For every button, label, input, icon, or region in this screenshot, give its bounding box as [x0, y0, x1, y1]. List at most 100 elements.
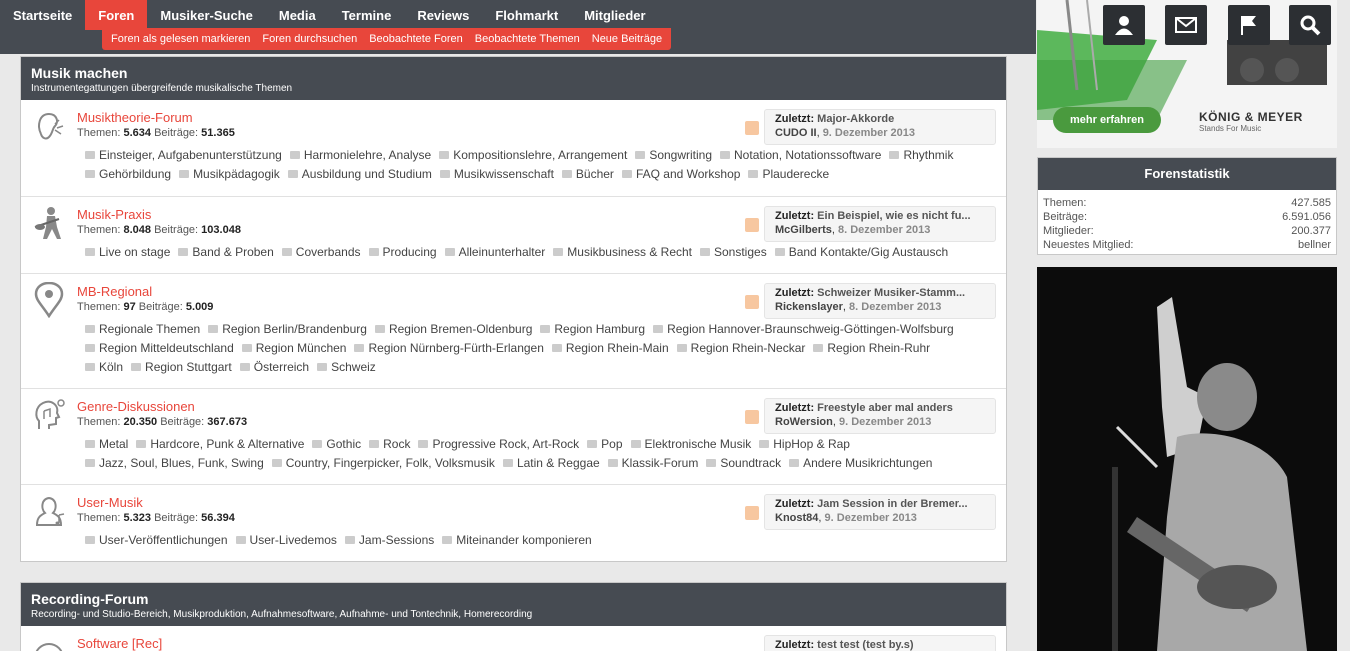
subforum-link[interactable]: Harmonielehre, Analyse	[290, 146, 431, 165]
subforum-link[interactable]: Hardcore, Punk & Alternative	[136, 435, 304, 454]
subnav-search-forums[interactable]: Foren durchsuchen	[256, 28, 363, 50]
subforum-link[interactable]: Country, Fingerpicker, Folk, Volksmusik	[272, 454, 495, 473]
subnav-watched-threads[interactable]: Beobachtete Themen	[469, 28, 586, 50]
subforum-link[interactable]: Region Rhein-Neckar	[677, 339, 806, 358]
nav-musiker-suche[interactable]: Musiker-Suche	[147, 0, 265, 30]
section-title[interactable]: Recording-Forum	[31, 591, 996, 607]
subforum-link[interactable]: Kompositionslehre, Arrangement	[439, 146, 627, 165]
last-post-user[interactable]: McGilberts	[775, 224, 832, 236]
node-title-link[interactable]: MB-Regional	[77, 284, 152, 299]
subforum-link[interactable]: Region Hannover-Braunschweig-Göttingen-W…	[653, 320, 954, 339]
subforum-link[interactable]: Region Bremen-Oldenburg	[375, 320, 532, 339]
subforum-link[interactable]: Songwriting	[635, 146, 712, 165]
last-post-title[interactable]: Freestyle aber mal anders	[817, 402, 953, 414]
subforum-link[interactable]: Band & Proben	[178, 243, 273, 262]
subforum-link[interactable]: Plauderecke	[748, 165, 829, 184]
last-post-user[interactable]: Knost84	[775, 512, 818, 524]
subforum-link[interactable]: Band Kontakte/Gig Austausch	[775, 243, 948, 262]
last-post-user[interactable]: Rickenslayer	[775, 301, 843, 313]
forum-stats: Forenstatistik Themen: 427.585 Beiträge: 6…	[1037, 157, 1337, 255]
subforum-link[interactable]: Region München	[242, 339, 347, 358]
subforum-link[interactable]: Metal	[85, 435, 128, 454]
subforum-link[interactable]: Musikwissenschaft	[440, 165, 554, 184]
last-post-user[interactable]: CUDO II	[775, 127, 817, 139]
subforum-link[interactable]: Andere Musikrichtungen	[789, 454, 932, 473]
subforum-link[interactable]: Region Rhein-Main	[552, 339, 669, 358]
subforum-link[interactable]: Live on stage	[85, 243, 170, 262]
alerts-button[interactable]	[1228, 5, 1270, 45]
subforum-link[interactable]: Schweiz	[317, 358, 376, 377]
subforum-link[interactable]: Region Mitteldeutschland	[85, 339, 234, 358]
subforum-link[interactable]: Regionale Themen	[85, 320, 200, 339]
subforum-link[interactable]: Elektronische Musik	[631, 435, 752, 454]
subforum-link[interactable]: Coverbands	[282, 243, 361, 262]
subforum-link[interactable]: Österreich	[240, 358, 309, 377]
nav-startseite[interactable]: Startseite	[0, 0, 85, 30]
node-title-link[interactable]: Software [Rec]	[77, 636, 162, 651]
subnav-mark-read[interactable]: Foren als gelesen markieren	[105, 28, 256, 50]
last-post-title[interactable]: Ein Beispiel, wie es nicht fu...	[817, 210, 970, 222]
subforum-link[interactable]: Alleinunterhalter	[445, 243, 546, 262]
subforum-link[interactable]: Musikbusiness & Recht	[553, 243, 692, 262]
subforum-link[interactable]: User-Veröffentlichungen	[85, 531, 228, 550]
inbox-button[interactable]	[1165, 5, 1207, 45]
node-title-link[interactable]: Musiktheorie-Forum	[77, 110, 193, 125]
subforum-link[interactable]: Region Hamburg	[540, 320, 645, 339]
subforum-link[interactable]: Köln	[85, 358, 123, 377]
search-button[interactable]	[1289, 5, 1331, 45]
nav-mitglieder[interactable]: Mitglieder	[571, 0, 658, 30]
nav-foren[interactable]: Foren	[85, 0, 148, 30]
node-title-link[interactable]: User-Musik	[77, 495, 143, 510]
newest-member-link[interactable]: bellner	[1298, 238, 1331, 252]
subforum-link[interactable]: Notation, Notationssoftware	[720, 146, 881, 165]
subnav-watched-forums[interactable]: Beobachtete Foren	[363, 28, 469, 50]
subforum-link[interactable]: Region Nürnberg-Fürth-Erlangen	[354, 339, 543, 358]
section-title[interactable]: Musik machen	[31, 65, 996, 81]
subforum-link[interactable]: Miteinander komponieren	[442, 531, 591, 550]
last-post-title[interactable]: Schweizer Musiker-Stamm...	[817, 287, 965, 299]
nav-termine[interactable]: Termine	[329, 0, 405, 30]
last-post-user[interactable]: RoWersion	[775, 416, 833, 428]
subforum-link[interactable]: Gehörbildung	[85, 165, 171, 184]
nav-flohmarkt[interactable]: Flohmarkt	[482, 0, 571, 30]
subforum-link[interactable]: Region Berlin/Brandenburg	[208, 320, 367, 339]
subforum-link[interactable]: Progressive Rock, Art-Rock	[418, 435, 579, 454]
subforum-link[interactable]: Einsteiger, Aufgabenunterstützung	[85, 146, 282, 165]
rss-icon[interactable]	[745, 121, 759, 135]
subforum-link[interactable]: Rhythmik	[889, 146, 953, 165]
promo-photo[interactable]	[1037, 267, 1337, 651]
subforum-link[interactable]: Latin & Reggae	[503, 454, 600, 473]
subforum-link[interactable]: Sonstiges	[700, 243, 767, 262]
node-title-link[interactable]: Genre-Diskussionen	[77, 399, 195, 414]
rss-icon[interactable]	[745, 410, 759, 424]
rss-icon[interactable]	[745, 218, 759, 232]
rss-icon[interactable]	[745, 506, 759, 520]
ad-button[interactable]: mehr erfahren	[1053, 107, 1161, 133]
subforum-link[interactable]: Rock	[369, 435, 410, 454]
subforum-link[interactable]: Region Rhein-Ruhr	[813, 339, 930, 358]
last-post-title[interactable]: test test (test by.s)	[817, 639, 913, 651]
node-title-link[interactable]: Musik-Praxis	[77, 207, 151, 222]
subforum-link[interactable]: Gothic	[312, 435, 361, 454]
nav-media[interactable]: Media	[266, 0, 329, 30]
subforum-link[interactable]: HipHop & Rap	[759, 435, 850, 454]
last-post-title[interactable]: Jam Session in der Bremer...	[817, 498, 967, 510]
last-post-title[interactable]: Major-Akkorde	[817, 113, 894, 125]
subnav-new-posts[interactable]: Neue Beiträge	[586, 28, 668, 50]
subforum-link[interactable]: Soundtrack	[706, 454, 781, 473]
subforum-link[interactable]: Ausbildung und Studium	[288, 165, 432, 184]
subforum-link[interactable]: Klassik-Forum	[608, 454, 699, 473]
subforum-link[interactable]: Pop	[587, 435, 622, 454]
subforum-link[interactable]: Bücher	[562, 165, 614, 184]
subforum-link[interactable]: Producing	[369, 243, 437, 262]
nav-reviews[interactable]: Reviews	[404, 0, 482, 30]
rss-icon[interactable]	[745, 295, 759, 309]
subforum-link[interactable]: Jazz, Soul, Blues, Funk, Swing	[85, 454, 264, 473]
subforum-link[interactable]: Musikpädagogik	[179, 165, 280, 184]
subforum-link[interactable]: User-Livedemos	[236, 531, 337, 550]
subforum-link[interactable]: Jam-Sessions	[345, 531, 434, 550]
subforum-link[interactable]: Region Stuttgart	[131, 358, 232, 377]
subforum-link[interactable]: FAQ and Workshop	[622, 165, 741, 184]
account-button[interactable]	[1103, 5, 1145, 45]
top-bar: Startseite Foren Musiker-Suche Media Ter…	[0, 0, 1036, 54]
